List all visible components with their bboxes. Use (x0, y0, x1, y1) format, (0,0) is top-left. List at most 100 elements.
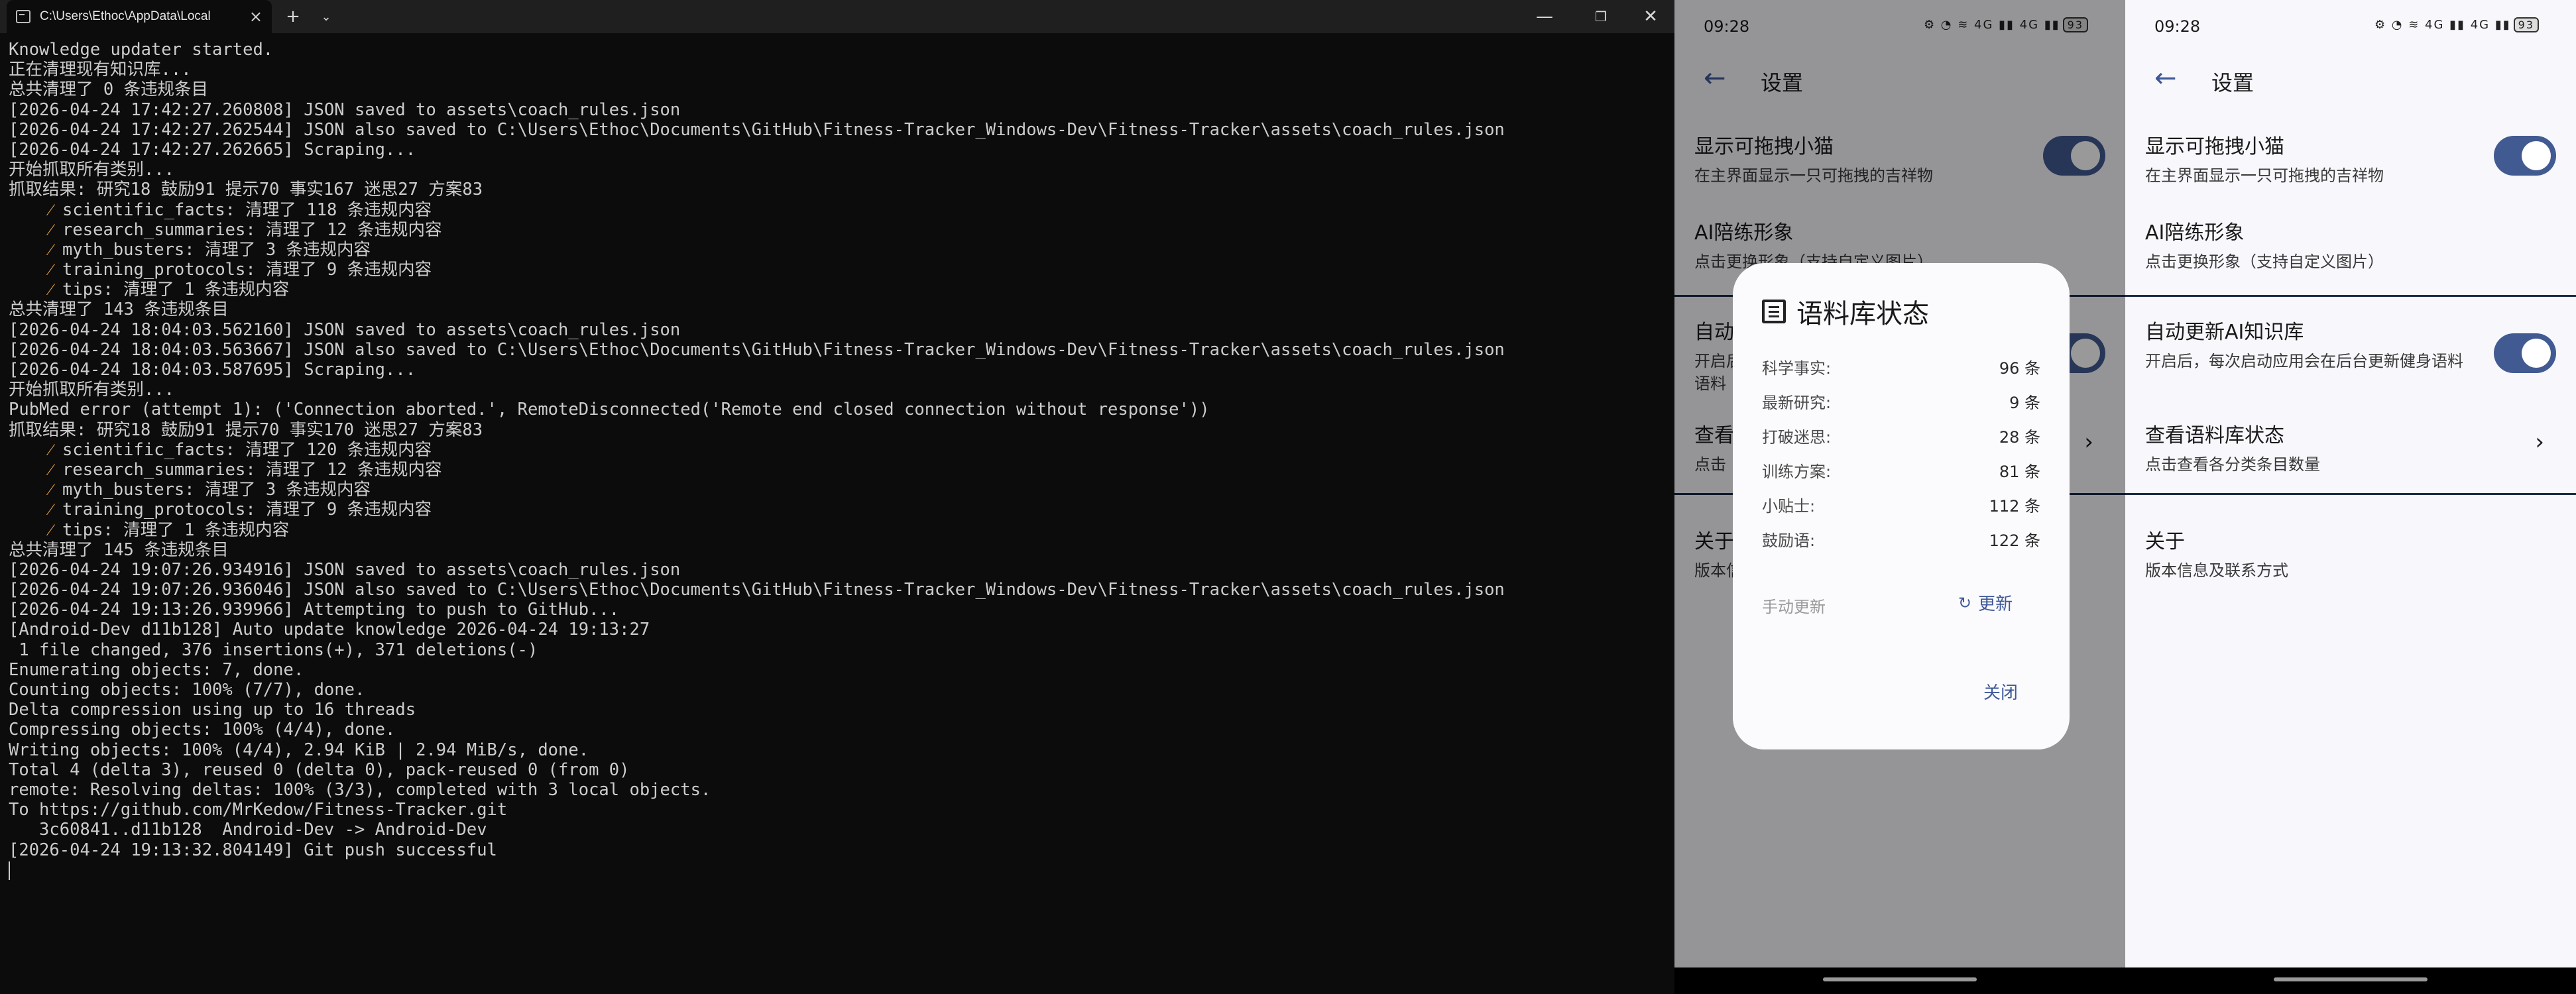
signal-icon: ⚙ ◔ ≋ 4G ▮▮ 4G ▮▮ (2374, 18, 2511, 32)
terminal-line: Enumerating objects: 7, done. (9, 659, 304, 680)
dialog-row-label: 鼓励语: (1762, 531, 1816, 550)
terminal-line: To https://github.com/MrKedow/Fitness-Tr… (9, 800, 508, 820)
terminal-prompt-line[interactable] (9, 860, 1666, 880)
broom-icon: ⁄ (49, 459, 52, 480)
screen: C:\Users\Ethoc\AppData\Local × + ⌄ — ❐ ✕… (0, 0, 2576, 994)
terminal-line: 开始抓取所有类别... (9, 160, 175, 180)
settings-item-corpus-status[interactable]: 查看语料库状态 点击查看各分类条目数量 (2145, 419, 2556, 476)
terminal-line: Counting objects: 100% (7/7), done. (9, 680, 365, 700)
terminal-line: ⁄ tips: 清理了 1 条违规内容 (49, 280, 290, 300)
terminal-line: 3c60841..d11b128 Android-Dev -> Android-… (9, 820, 487, 840)
manual-update-label: 手动更新 (1762, 598, 1826, 616)
settings-item-subtitle: 开启后，每次启动应用会在后台更新健身语料 (2145, 352, 2463, 370)
phone-screen-dialog: 09:28 ⚙ ◔ ≋ 4G ▮▮ 4G ▮▮ 93 ← 设置 显示可拖拽小猫 在… (1674, 0, 2125, 994)
chevron-down-icon[interactable]: ⌄ (315, 0, 337, 33)
terminal-line: 抓取结果: 研究18 鼓励91 提示70 事实170 迷思27 方案83 (9, 419, 483, 440)
terminal-line: ⁄ myth_busters: 清理了 3 条违规内容 (49, 480, 371, 500)
terminal-line: 总共清理了 0 条违规条目 (9, 80, 209, 100)
terminal-line: Knowledge updater started. (9, 40, 274, 60)
terminal-line: Writing objects: 100% (4/4), 2.94 KiB | … (9, 740, 589, 760)
status-time: 09:28 (2154, 17, 2201, 36)
terminal-output[interactable]: Knowledge updater started. 正在清理现有知识库... 总共… (9, 40, 1666, 880)
phone-screen-settings: 09:28 ⚙ ◔ ≋ 4G ▮▮ 4G ▮▮ 93 ← 设置 显示可拖拽小猫 在… (2125, 0, 2576, 994)
terminal-line: [2026-04-24 19:13:26.939966] Attempting … (9, 600, 620, 620)
tab-close-icon[interactable]: × (249, 9, 263, 25)
status-bar: 09:28 ⚙ ◔ ≋ 4G ▮▮ 4G ▮▮ 93 (2125, 0, 2576, 53)
terminal-icon (16, 10, 30, 23)
dialog-row-value: 112 条 (1989, 497, 2040, 516)
broom-icon: ⁄ (49, 480, 52, 500)
terminal-line: ⁄ myth_busters: 清理了 3 条违规内容 (49, 239, 371, 260)
terminal-tab[interactable]: C:\Users\Ethoc\AppData\Local × (7, 0, 272, 33)
dialog-row-value: 9 条 (2009, 394, 2040, 412)
corpus-status-dialog: 语料库状态 科学事实: 96 条 最新研究: 9 条 打破迷思: 28 条 训练… (1733, 263, 2070, 749)
divider (2125, 295, 2576, 297)
minimize-button[interactable]: — (1525, 0, 1564, 33)
terminal-line: [2026-04-24 18:04:03.587695] Scraping... (9, 360, 416, 380)
terminal-line: [2026-04-24 18:04:03.562160] JSON saved … (9, 319, 681, 340)
settings-item-title: 关于 (2145, 530, 2185, 553)
update-button[interactable]: ↻ 更新 (1958, 590, 2013, 615)
dialog-row-label: 训练方案: (1762, 463, 1832, 481)
broom-icon: ⁄ (49, 520, 52, 540)
new-tab-button[interactable]: + (282, 0, 304, 33)
dialog-row-value: 28 条 (1999, 428, 2040, 447)
settings-item-title: 查看语料库状态 (2145, 424, 2284, 447)
terminal-titlebar: C:\Users\Ethoc\AppData\Local × + ⌄ — ❐ ✕ (0, 0, 1674, 33)
page-title: 设置 (2211, 70, 2254, 95)
terminal-line: Delta compression using up to 16 threads (9, 700, 416, 720)
broom-icon: ⁄ (49, 280, 52, 300)
settings-item-about[interactable]: 关于 版本信息及联系方式 (2145, 525, 2556, 582)
settings-item-avatar[interactable]: AI陪练形象 点击更换形象（支持自定义图片） (2145, 216, 2556, 273)
battery-icon: 93 (2513, 17, 2539, 32)
terminal-line: ⁄ training_protocols: 清理了 9 条违规内容 (49, 260, 432, 280)
terminal-line: ⁄ tips: 清理了 1 条违规内容 (49, 520, 290, 540)
terminal-line: remote: Resolving deltas: 100% (3/3), co… (9, 779, 711, 800)
broom-icon: ⁄ (49, 439, 52, 460)
terminal-window: C:\Users\Ethoc\AppData\Local × + ⌄ — ❐ ✕… (0, 0, 1674, 994)
terminal-line: [2026-04-24 19:07:26.936046] JSON also s… (9, 580, 1505, 600)
nav-bar (1674, 967, 2125, 994)
terminal-line: ⁄ scientific_facts: 清理了 118 条违规内容 (49, 199, 432, 220)
gesture-handle[interactable] (1823, 977, 1977, 981)
chevron-right-icon: › (2535, 429, 2544, 455)
settings-item-title: 自动更新AI知识库 (2145, 321, 2304, 344)
terminal-line: Compressing objects: 100% (4/4), done. (9, 720, 396, 740)
terminal-line: [Android-Dev d11b128] Auto update knowle… (9, 620, 650, 640)
maximize-button[interactable]: ❐ (1581, 0, 1621, 33)
broom-icon: ⁄ (49, 500, 52, 520)
dialog-title: 语料库状态 (1796, 299, 1929, 329)
settings-item-auto-update[interactable]: 自动更新AI知识库 开启后，每次启动应用会在后台更新健身语料 (2145, 315, 2490, 372)
settings-item-subtitle: 点击更换形象（支持自定义图片） (2145, 252, 2384, 271)
terminal-line: Total 4 (delta 3), reused 0 (delta 0), p… (9, 759, 630, 780)
update-button-label: 更新 (1978, 594, 2013, 614)
terminal-tab-title: C:\Users\Ethoc\AppData\Local (40, 9, 211, 23)
gesture-handle[interactable] (2274, 977, 2428, 981)
library-icon (1762, 300, 1786, 323)
terminal-line: ⁄ research_summaries: 清理了 12 条违规内容 (49, 219, 442, 240)
terminal-line: 开始抓取所有类别... (9, 380, 175, 400)
app-bar: ← 设置 (2125, 53, 2576, 106)
terminal-line: [2026-04-24 17:42:27.262665] Scraping... (9, 139, 416, 160)
terminal-line: [2026-04-24 19:13:32.804149] Git push su… (9, 840, 497, 860)
close-button[interactable]: 关闭 (1983, 679, 2018, 704)
terminal-line: PubMed error (attempt 1): ('Connection a… (9, 400, 1210, 420)
broom-icon: ⁄ (49, 199, 52, 220)
settings-item-subtitle: 点击查看各分类条目数量 (2145, 455, 2320, 474)
terminal-line: 正在清理现有知识库... (9, 60, 192, 80)
dialog-row-label: 小贴士: (1762, 497, 1816, 516)
terminal-line: 总共清理了 145 条违规条目 (9, 539, 229, 560)
settings-item-title: AI陪练形象 (2145, 221, 2245, 245)
toggle-cat[interactable] (2494, 136, 2556, 176)
terminal-line: [2026-04-24 18:04:03.563667] JSON also s… (9, 339, 1505, 360)
broom-icon: ⁄ (49, 219, 52, 240)
back-arrow-icon[interactable]: ← (2154, 65, 2177, 91)
terminal-line: 1 file changed, 376 insertions(+), 371 d… (9, 639, 538, 660)
dialog-row-label: 科学事实: (1762, 359, 1832, 378)
close-window-button[interactable]: ✕ (1631, 0, 1670, 33)
toggle-auto-update[interactable] (2494, 333, 2556, 373)
dialog-row-label: 打破迷思: (1762, 428, 1832, 447)
terminal-line: [2026-04-24 17:42:27.262544] JSON also s… (9, 119, 1505, 140)
terminal-line: 总共清理了 143 条违规条目 (9, 300, 229, 320)
terminal-line: ⁄ research_summaries: 清理了 12 条违规内容 (49, 459, 442, 480)
